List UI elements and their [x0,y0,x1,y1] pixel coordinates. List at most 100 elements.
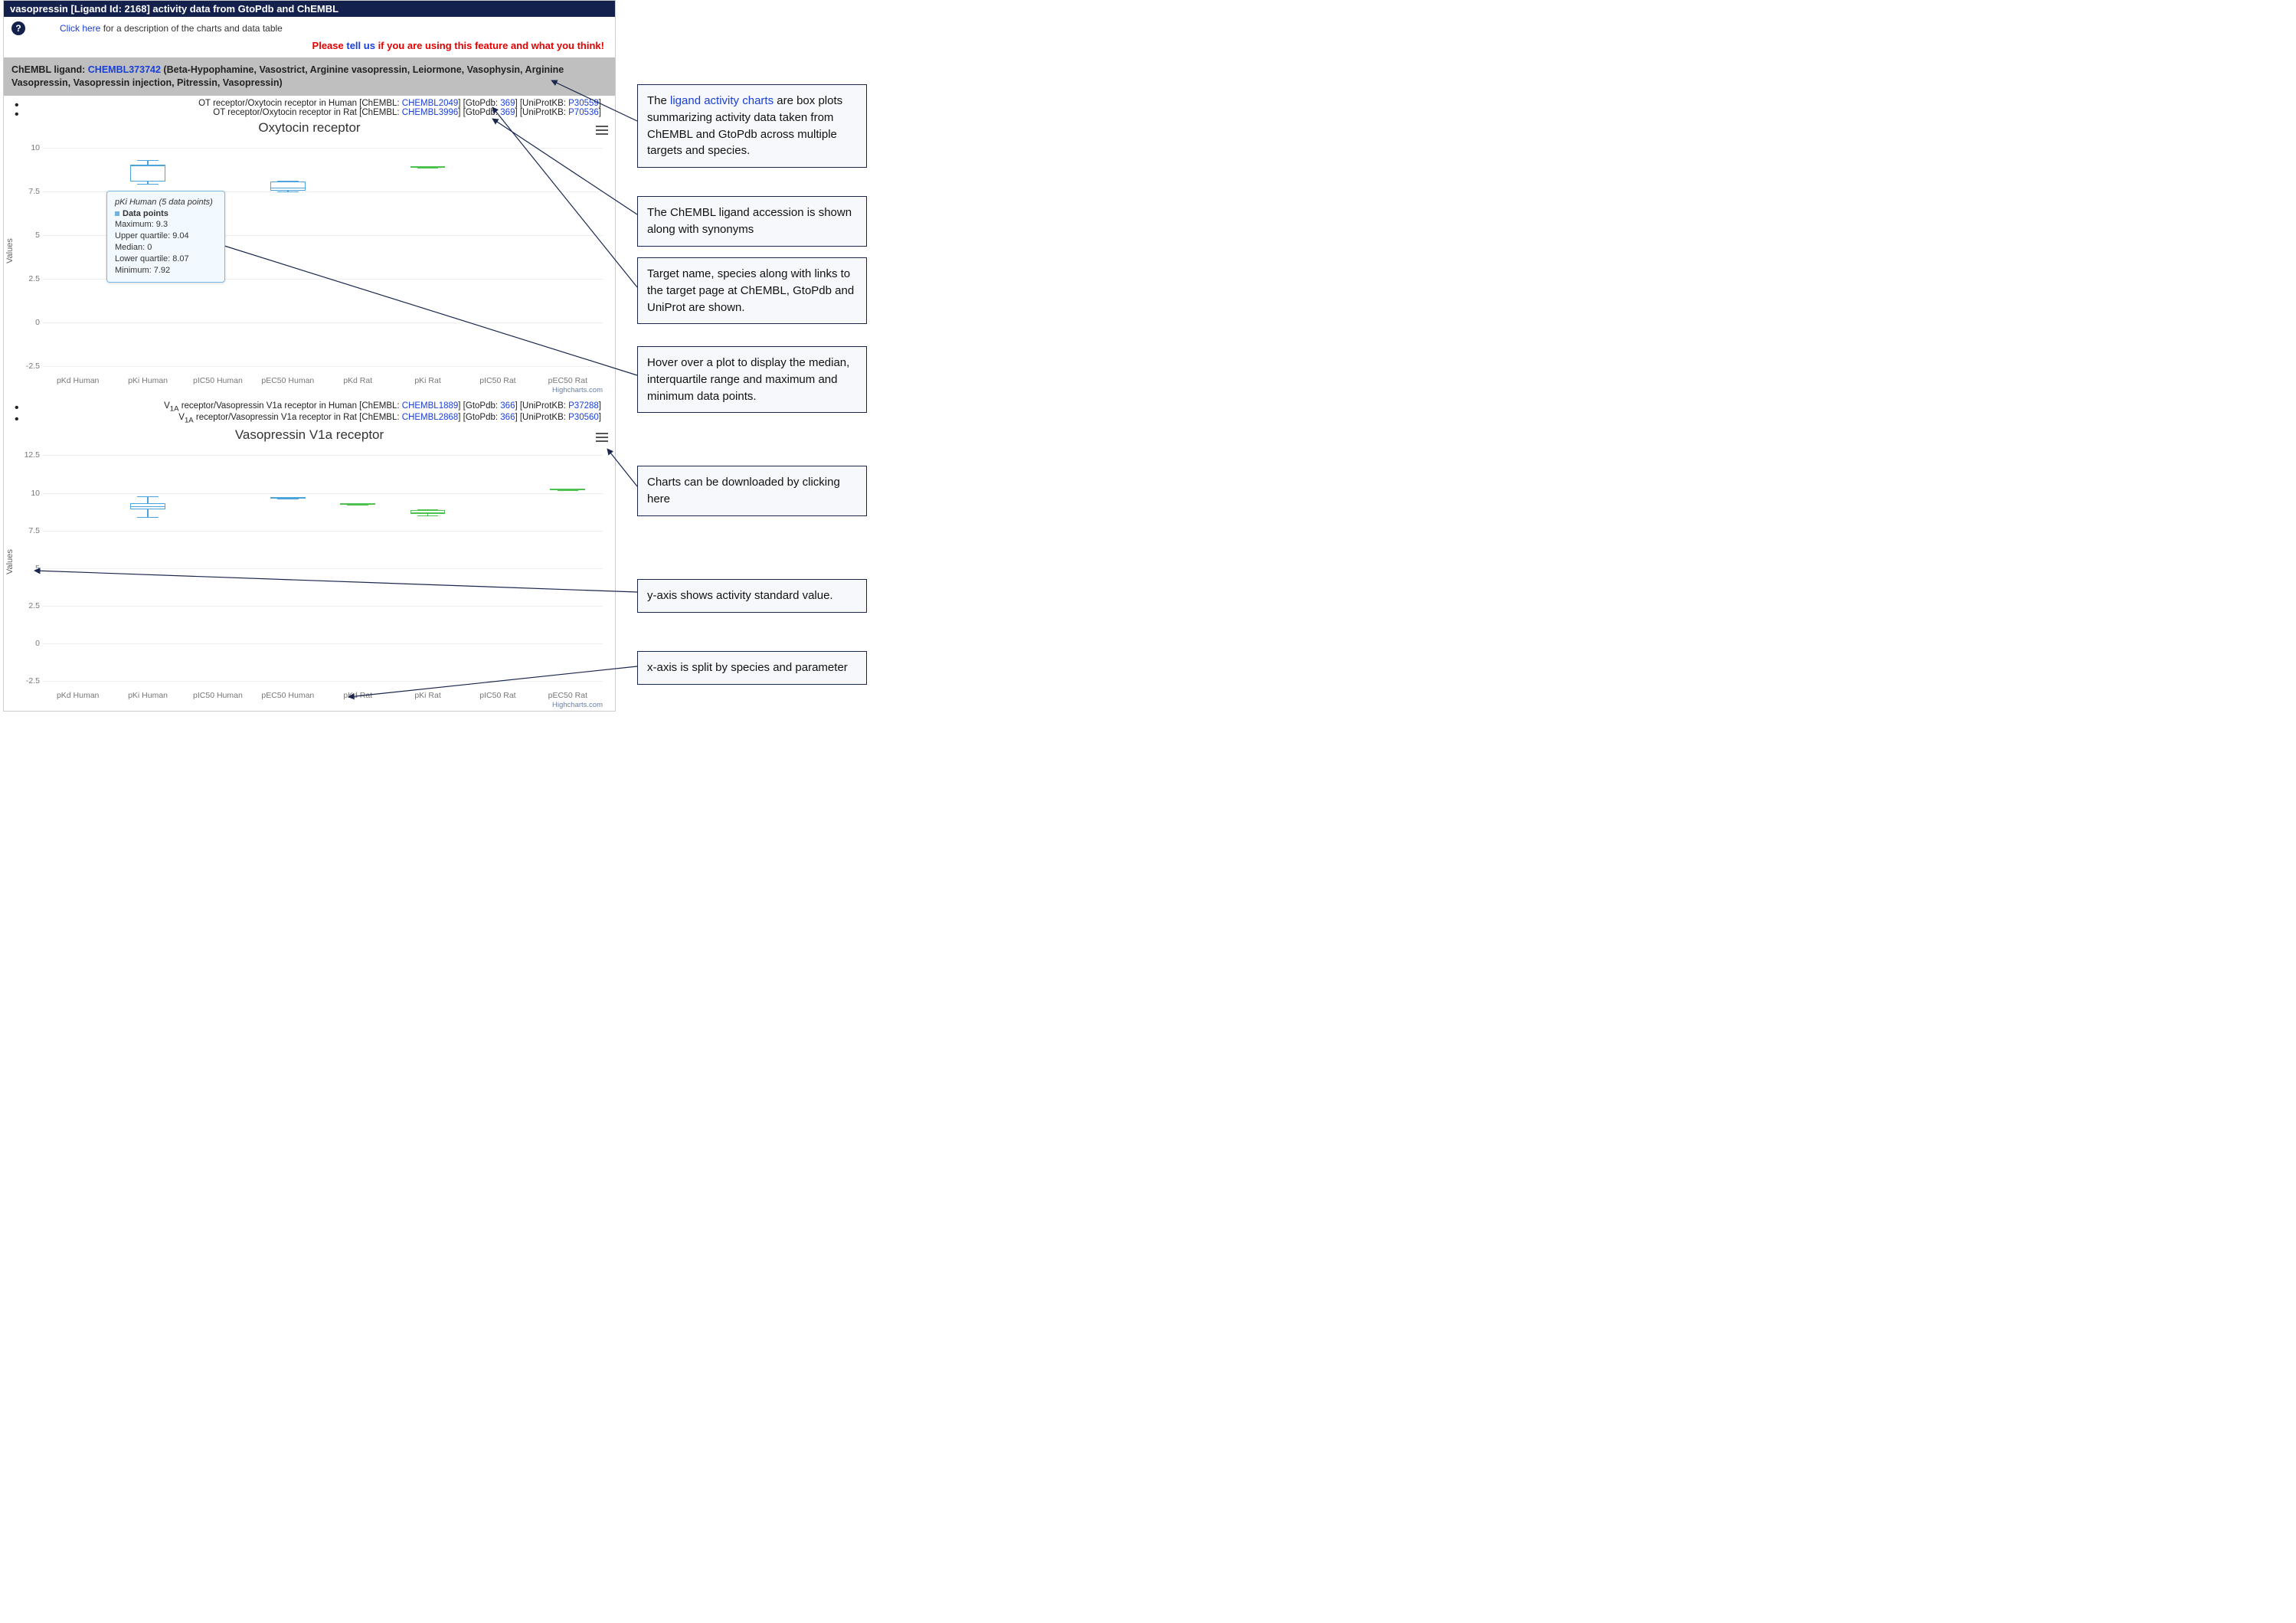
callout-xaxis: x-axis is split by species and parameter [637,651,867,685]
ytick: 10 [20,489,40,498]
xlabel: pEC50 Rat [533,376,603,385]
tt-lq-l: Lower quartile: [115,254,172,263]
chart1-title: Oxytocin receptor [8,117,610,137]
xlabel: pEC50 Rat [533,691,603,700]
help-link-row: Click here for a description of the char… [60,23,283,34]
tt-max-v: 9.3 [156,220,168,229]
chart1-plot-area: Values -2.5 0 2.5 5 7.5 10 pKi Human (5 data … [8,137,610,390]
chart1-xlabels: pKd HumanpKi HumanpIC50 HumanpEC50 Human… [43,376,603,385]
main-panel: vasopressin [Ligand Id: 2168] activity d… [3,0,616,712]
target-line: OT receptor/Oxytocin receptor in Rat [Ch… [25,108,607,117]
ytick: 7.5 [20,526,40,535]
xlabel: pIC50 Rat [463,376,532,385]
xlabel: pKd Human [43,691,113,700]
xlabel: pIC50 Rat [463,691,532,700]
chart1-credit[interactable]: Highcharts.com [552,386,603,394]
target-line: OT receptor/Oxytocin receptor in Human [… [25,99,607,108]
tooltip-series: Data points [123,209,168,218]
uniprot-link[interactable]: P30560 [568,413,599,422]
uniprot-link[interactable]: P30559 [568,99,599,108]
oxytocin-chart: Oxytocin receptor Values -2.5 0 2.5 5 7.5 10 … [4,117,615,396]
tooltip-title: pKi Human (5 data points) [115,197,217,208]
ytick: -2.5 [20,362,40,371]
chembl-link[interactable]: CHEMBL3996 [402,108,459,117]
chart2-target-lines: V1A receptor/Vasopressin V1a receptor in… [4,398,615,425]
chart2-xlabels: pKd HumanpKi HumanpIC50 HumanpEC50 Human… [43,691,603,700]
chart2-plot[interactable]: -2.502.557.51012.5 [43,455,603,682]
xlabel: pEC50 Human [253,376,322,385]
chembl-link[interactable]: CHEMBL2049 [402,99,459,108]
ytick: 5 [20,564,40,573]
callout-yaxis: y-axis shows activity standard value. [637,579,867,613]
ytick: 2.5 [20,601,40,610]
feedback-line: Please tell us if you are using this fea… [4,35,615,57]
ytick: 12.5 [20,450,40,460]
gtopdb-link[interactable]: 366 [500,401,515,411]
dot-icon [115,211,119,216]
tt-uq-l: Upper quartile: [115,231,172,241]
tell-us-link[interactable]: tell us [346,40,375,51]
page-title: vasopressin [Ligand Id: 2168] activity d… [4,1,615,17]
boxplot-box[interactable] [270,182,306,190]
chart-menu-icon[interactable] [594,429,610,446]
chart2-title: Vasopressin V1a receptor [8,424,610,444]
help-link[interactable]: Click here [60,23,100,34]
c1a: The [647,94,670,107]
target-line: V1A receptor/Vasopressin V1a receptor in… [25,413,607,424]
top-row: ? Click here for a description of the ch… [4,17,615,35]
xlabel: pKi Human [113,691,182,700]
feedback-prefix: Please [312,40,347,51]
chart2-credit[interactable]: Highcharts.com [552,701,603,709]
chembl-accession-link[interactable]: CHEMBL373742 [88,64,161,75]
boxplot-box[interactable] [130,165,165,182]
ytick: 0 [20,318,40,327]
tt-med-l: Median: [115,243,147,252]
callout-hover: Hover over a plot to display the median,… [637,346,867,413]
chart-menu-icon[interactable] [594,122,610,139]
gtopdb-link[interactable]: 366 [500,413,515,422]
callout-accession: The ChEMBL ligand accession is shown alo… [637,196,867,247]
xlabel: pEC50 Human [253,691,322,700]
chart1-ylabel: Values [5,238,15,263]
xlabel: pKi Rat [393,376,463,385]
ytick: 0 [20,639,40,648]
xlabel: pKd Rat [323,376,393,385]
xlabel: pKd Human [43,376,113,385]
chart2-ylabel: Values [5,550,15,575]
gtopdb-link[interactable]: 369 [500,99,515,108]
boxplot-box[interactable] [130,503,165,509]
uniprot-link[interactable]: P37288 [568,401,599,411]
ytick: 5 [20,231,40,240]
ytick: -2.5 [20,676,40,686]
feedback-suffix: if you are using this feature and what y… [375,40,604,51]
tt-max-l: Maximum: [115,220,156,229]
hover-tooltip: pKi Human (5 data points) Data points Ma… [106,191,225,283]
callout-overview: The ligand activity charts are box plots… [637,84,867,168]
ligand-activity-link[interactable]: ligand activity charts [670,94,774,107]
ytick: 10 [20,143,40,152]
tt-med-v: 0 [147,243,152,252]
tt-min-l: Minimum: [115,266,154,275]
tt-uq-v: 9.04 [172,231,188,241]
help-icon[interactable]: ? [11,21,25,35]
ytick: 2.5 [20,274,40,283]
chembl-link[interactable]: CHEMBL2868 [402,413,459,422]
tt-min-v: 7.92 [154,266,170,275]
target-line: V1A receptor/Vasopressin V1a receptor in… [25,401,607,413]
ytick: 7.5 [20,187,40,196]
chembl-link[interactable]: CHEMBL1889 [402,401,459,411]
xlabel: pIC50 Human [183,691,253,700]
uniprot-link[interactable]: P70536 [568,108,599,117]
v1a-chart: Vasopressin V1a receptor Values -2.502.5… [4,424,615,711]
tt-lq-v: 8.07 [172,254,188,263]
xlabel: pKi Rat [393,691,463,700]
xlabel: pKd Rat [323,691,393,700]
xlabel: pKi Human [113,376,182,385]
callout-target: Target name, species along with links to… [637,257,867,324]
chembl-ligand-band: ChEMBL ligand: CHEMBL373742 (Beta-Hypoph… [4,57,615,96]
chart2-plot-area: Values -2.502.557.51012.5 pKd HumanpKi H… [8,444,610,705]
xlabel: pIC50 Human [183,376,253,385]
help-link-suffix: for a description of the charts and data… [100,23,282,34]
chart1-target-lines: OT receptor/Oxytocin receptor in Human [… [4,96,615,117]
gtopdb-link[interactable]: 369 [500,108,515,117]
